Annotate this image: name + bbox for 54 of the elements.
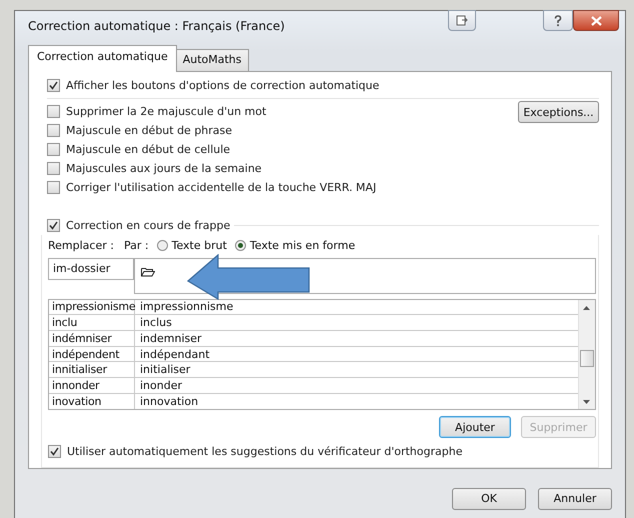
checkbox[interactable] bbox=[47, 79, 60, 92]
radio-label: Texte brut bbox=[172, 239, 227, 252]
arrow-icon bbox=[187, 254, 310, 300]
table-cell[interactable]: impressionisme bbox=[49, 300, 135, 314]
table-cell[interactable]: indemniser bbox=[135, 332, 202, 345]
help-icon bbox=[554, 14, 562, 26]
table-cell[interactable]: innitialiser bbox=[49, 362, 135, 378]
table-cell[interactable]: initialiser bbox=[135, 363, 190, 376]
close-button[interactable] bbox=[573, 10, 619, 31]
table-cell[interactable]: innonder bbox=[49, 378, 135, 393]
tab[interactable]: Correction automatique bbox=[28, 45, 177, 72]
replace-label: Remplacer : bbox=[48, 239, 115, 252]
radio-button[interactable] bbox=[234, 240, 246, 251]
replace-field[interactable]: im-dossier bbox=[48, 258, 134, 280]
checkbox[interactable] bbox=[47, 124, 60, 136]
table-cell[interactable]: inclu bbox=[49, 315, 135, 330]
list-button[interactable]: Ajouter bbox=[439, 416, 511, 438]
table-cell[interactable]: indépendant bbox=[135, 348, 210, 361]
scroll-up-icon[interactable] bbox=[583, 306, 590, 310]
exceptions-button[interactable]: Exceptions... bbox=[518, 101, 599, 123]
table-cell[interactable]: impressionnisme bbox=[135, 300, 234, 314]
table-cell[interactable]: inonder bbox=[135, 378, 182, 392]
scroll-down-icon[interactable] bbox=[583, 400, 590, 404]
table-cell[interactable]: inovation bbox=[49, 394, 135, 409]
checkbox-label: Corriger l'utilisation accidentelle de la touche VERR. MAJ bbox=[66, 180, 376, 194]
help-button[interactable] bbox=[543, 10, 573, 31]
table-cell[interactable]: indémniser bbox=[49, 330, 135, 346]
checkbox[interactable] bbox=[48, 445, 61, 458]
window-title: Correction automatique : Français (France) bbox=[28, 19, 285, 33]
checkbox-label: Correction en cours de frappe bbox=[66, 218, 230, 232]
checkbox-label: Utiliser automatiquement les suggestions du vérificateur d'orthographe bbox=[67, 445, 462, 458]
table-cell[interactable]: innovation bbox=[135, 394, 198, 408]
folder-icon bbox=[141, 266, 155, 276]
close-icon bbox=[590, 16, 602, 26]
scrollbar-thumb[interactable] bbox=[580, 350, 594, 366]
checkbox-label: Majuscules aux jours de la semaine bbox=[66, 162, 262, 174]
checkbox-label: Majuscule en début de cellule bbox=[66, 142, 230, 156]
checkbox[interactable] bbox=[47, 180, 60, 194]
radio-button[interactable] bbox=[156, 240, 168, 251]
table-cell[interactable]: inclus bbox=[135, 316, 172, 330]
options-icon[interactable] bbox=[448, 10, 476, 31]
with-label: Par : bbox=[124, 239, 149, 252]
tab[interactable]: AutoMaths bbox=[176, 49, 249, 71]
checkbox-label: Majuscule en début de phrase bbox=[66, 124, 232, 136]
checkbox[interactable] bbox=[47, 104, 60, 118]
checkbox[interactable] bbox=[47, 142, 60, 156]
checkbox[interactable] bbox=[47, 218, 60, 232]
table-cell[interactable]: indépendent bbox=[49, 346, 135, 362]
checkbox-label: Supprimer la 2e majuscule d'un mot bbox=[66, 104, 266, 118]
ok-button[interactable]: OK bbox=[452, 488, 526, 510]
checkbox-label: Afficher les boutons d'options de correction automatique bbox=[66, 79, 380, 92]
checkbox[interactable] bbox=[47, 162, 60, 174]
cancel-button[interactable]: Annuler bbox=[538, 488, 612, 510]
radio-label: Texte mis en forme bbox=[250, 239, 356, 252]
